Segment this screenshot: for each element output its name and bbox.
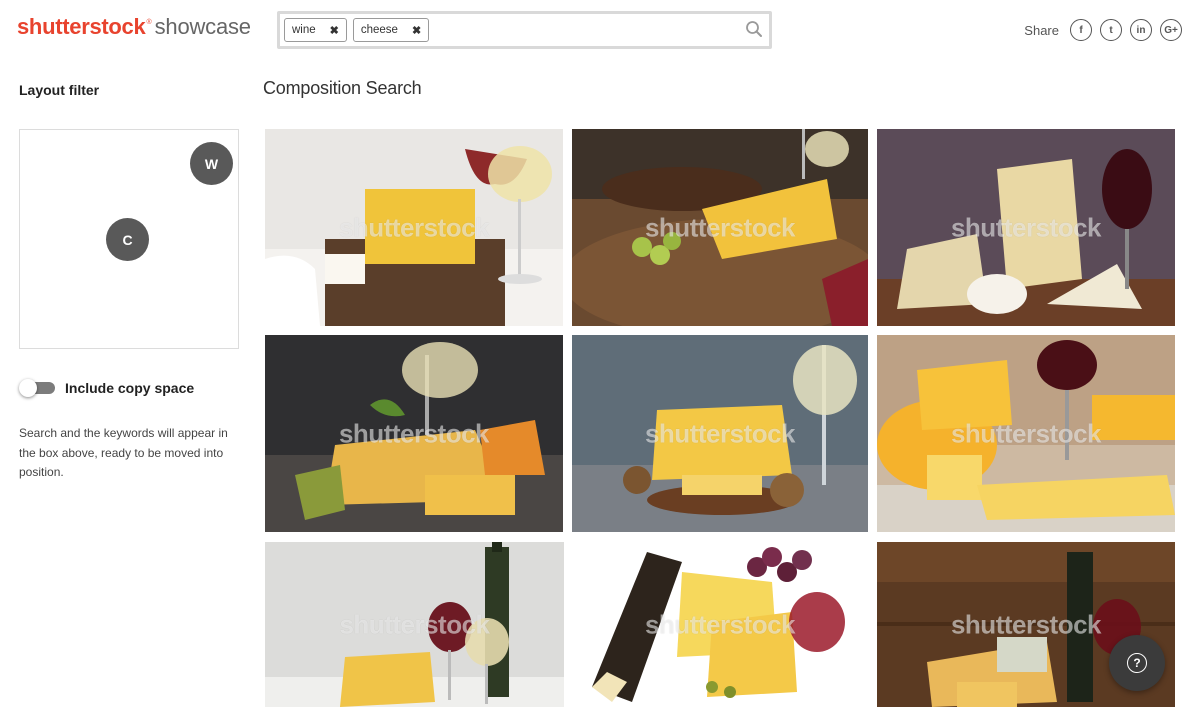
keyword-chip-cheese[interactable]: cheese ✖ xyxy=(352,18,430,42)
result-image[interactable]: shutterstock xyxy=(877,129,1175,326)
remove-keyword-icon[interactable]: ✖ xyxy=(330,24,339,37)
copy-space-label: Include copy space xyxy=(65,380,195,396)
keyword-token-cheese[interactable]: C xyxy=(106,218,149,261)
share-bar: Share f t in G+ xyxy=(1024,19,1182,41)
linkedin-icon[interactable]: in xyxy=(1130,19,1152,41)
keyword-search-box[interactable]: wine ✖ cheese ✖ xyxy=(277,11,772,49)
copy-space-row: Include copy space xyxy=(19,379,194,397)
page-title: Composition Search xyxy=(263,78,422,98)
keyword-token-wine[interactable]: W xyxy=(190,142,233,185)
result-image[interactable]: shutterstock xyxy=(877,335,1175,532)
logo-wordmark: shutterstock xyxy=(17,14,146,39)
keyword-chip-wine[interactable]: wine ✖ xyxy=(284,18,347,42)
copy-space-toggle[interactable] xyxy=(19,379,55,397)
result-image[interactable]: shutterstock xyxy=(265,129,563,326)
logo-subtitle: showcase xyxy=(154,14,251,39)
result-image[interactable]: shutterstock xyxy=(265,542,564,707)
instructions-text: Search and the keywords will appear in t… xyxy=(19,426,228,479)
layout-canvas[interactable]: W C xyxy=(19,129,239,349)
layout-filter-heading: Layout filter xyxy=(19,82,100,98)
help-button[interactable]: ? xyxy=(1109,635,1165,691)
keyword-chip-label: wine xyxy=(292,24,316,36)
result-image[interactable]: shutterstock xyxy=(572,335,868,532)
shutterstock-showcase-logo[interactable]: shutterstock ® showcase xyxy=(17,14,251,42)
remove-keyword-icon[interactable]: ✖ xyxy=(412,24,421,37)
logo-registered-mark: ® xyxy=(146,19,152,26)
search-icon[interactable] xyxy=(745,20,763,38)
top-bar: shutterstock ® showcase wine ✖ cheese ✖ … xyxy=(0,0,1200,62)
help-icon: ? xyxy=(1127,653,1147,673)
facebook-icon[interactable]: f xyxy=(1070,19,1092,41)
google-plus-icon[interactable]: G+ xyxy=(1160,19,1182,41)
result-image[interactable]: shutterstock xyxy=(572,542,868,707)
result-image[interactable]: shutterstock xyxy=(265,335,563,532)
keyword-chip-label: cheese xyxy=(360,24,398,36)
share-label: Share xyxy=(1024,22,1059,38)
result-image[interactable]: shutterstock xyxy=(572,129,868,326)
twitter-icon[interactable]: t xyxy=(1100,19,1122,41)
